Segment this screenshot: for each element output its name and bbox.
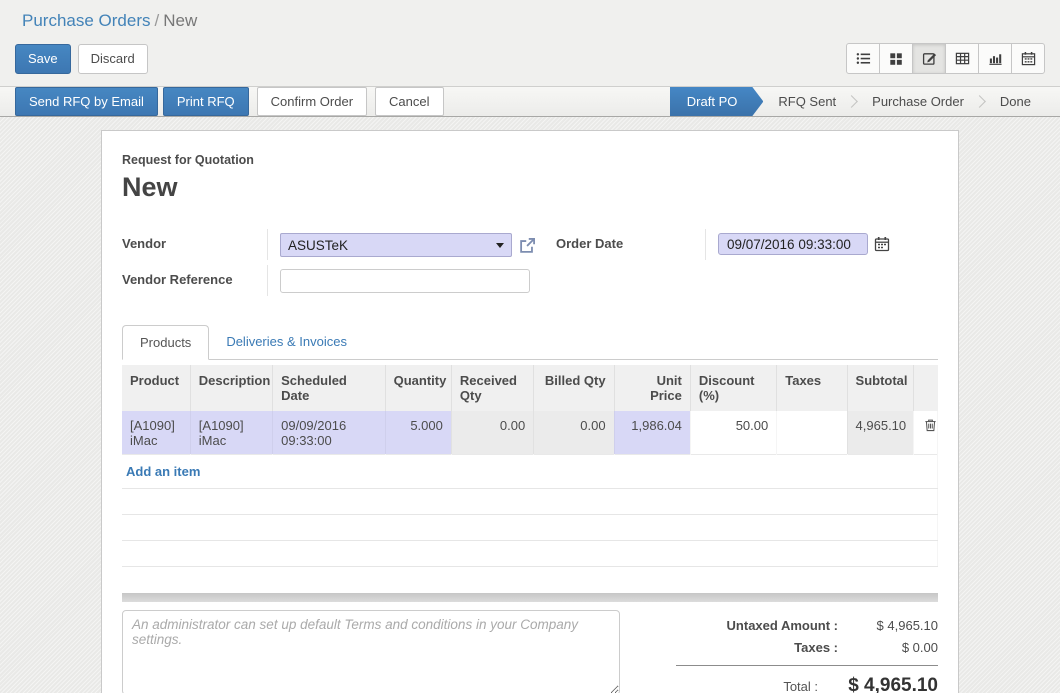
toolbar: Save Discard xyxy=(0,32,1060,86)
order-line-row: [A1090] iMac [A1090] iMac 09/09/2016 09:… xyxy=(122,411,938,454)
graph-view-icon xyxy=(988,51,1003,66)
pivot-view-icon xyxy=(955,51,970,66)
tab-deliveries-invoices[interactable]: Deliveries & Invoices xyxy=(209,325,364,359)
terms-conditions-textarea[interactable] xyxy=(122,610,620,693)
cell-taxes[interactable] xyxy=(777,411,847,454)
statusbar-states: Draft PO RFQ Sent Purchase Order Done xyxy=(670,87,1060,116)
col-header-taxes: Taxes xyxy=(777,365,847,411)
send-rfq-by-email-button[interactable]: Send RFQ by Email xyxy=(15,87,158,116)
order-date-label: Order Date xyxy=(556,229,706,260)
taxes-value: $ 0.00 xyxy=(838,640,938,655)
col-header-product: Product xyxy=(122,365,190,411)
cancel-button[interactable]: Cancel xyxy=(375,87,443,116)
kanban-view-icon xyxy=(889,52,903,66)
notebook-tabs: Products Deliveries & Invoices xyxy=(122,325,938,360)
trash-icon[interactable] xyxy=(924,418,937,432)
horizontal-scrollbar[interactable] xyxy=(122,593,938,602)
dropdown-caret-icon xyxy=(496,243,504,248)
totals-panel: Untaxed Amount : $ 4,965.10 Taxes : $ 0.… xyxy=(676,610,938,693)
breadcrumb-separator: / xyxy=(151,11,164,30)
pivot-view-button[interactable] xyxy=(945,43,979,74)
status-step-purchase-order[interactable]: Purchase Order xyxy=(857,87,979,116)
form-view-icon xyxy=(922,51,937,66)
total-value: $ 4,965.10 xyxy=(818,675,938,693)
tab-products[interactable]: Products xyxy=(122,325,209,360)
cell-unit-price[interactable]: 1,986.04 xyxy=(614,411,690,454)
vendor-reference-input[interactable] xyxy=(280,269,530,293)
sheet-subtitle: Request for Quotation xyxy=(122,153,938,167)
cell-billed-qty: 0.00 xyxy=(534,411,614,454)
vendor-label: Vendor xyxy=(122,229,268,260)
cell-actions xyxy=(913,411,937,454)
page-title: New xyxy=(122,172,938,203)
discard-button[interactable]: Discard xyxy=(78,44,148,74)
status-step-draft-po[interactable]: Draft PO xyxy=(670,87,764,116)
empty-row xyxy=(122,514,938,540)
table-header-row: Product Description Scheduled Date Quant… xyxy=(122,365,938,411)
empty-row xyxy=(122,488,938,514)
breadcrumb: Purchase Orders/New xyxy=(0,0,1060,32)
col-header-description: Description xyxy=(190,365,272,411)
external-link-icon[interactable] xyxy=(519,237,536,254)
cell-description[interactable]: [A1090] iMac xyxy=(190,411,272,454)
col-header-actions xyxy=(913,365,937,411)
cell-quantity[interactable]: 5.000 xyxy=(385,411,451,454)
vendor-select[interactable]: ASUSTeK xyxy=(280,233,512,257)
breadcrumb-current: New xyxy=(163,11,197,30)
list-view-button[interactable] xyxy=(846,43,880,74)
save-button[interactable]: Save xyxy=(15,44,71,74)
untaxed-amount-value: $ 4,965.10 xyxy=(838,618,938,633)
order-date-input[interactable] xyxy=(718,233,868,255)
order-lines-table: Product Description Scheduled Date Quant… xyxy=(122,365,938,567)
status-step-rfq-sent[interactable]: RFQ Sent xyxy=(763,87,851,116)
confirm-order-button[interactable]: Confirm Order xyxy=(257,87,367,116)
graph-view-button[interactable] xyxy=(978,43,1012,74)
content-area: Request for Quotation New Vendor ASUSTeK xyxy=(0,117,1060,693)
add-item-row: Add an item xyxy=(122,454,938,488)
cell-product[interactable]: [A1090] iMac xyxy=(122,411,190,454)
status-step-done[interactable]: Done xyxy=(985,87,1046,116)
col-header-scheduled-date: Scheduled Date xyxy=(273,365,385,411)
untaxed-amount-label: Untaxed Amount : xyxy=(727,618,838,633)
print-rfq-button[interactable]: Print RFQ xyxy=(163,87,249,116)
col-header-unit-price: Unit Price xyxy=(614,365,690,411)
form-fields: Vendor ASUSTeK Vendor Reference xyxy=(122,229,938,301)
kanban-view-button[interactable] xyxy=(879,43,913,74)
cell-subtotal: 4,965.10 xyxy=(847,411,913,454)
col-header-billed-qty: Billed Qty xyxy=(534,365,614,411)
sheet-bottom: Untaxed Amount : $ 4,965.10 Taxes : $ 0.… xyxy=(122,610,938,693)
form-view-button[interactable] xyxy=(912,43,946,74)
statusbar: Send RFQ by Email Print RFQ Confirm Orde… xyxy=(0,87,1060,117)
form-sheet: Request for Quotation New Vendor ASUSTeK xyxy=(101,130,959,693)
add-an-item-link[interactable]: Add an item xyxy=(126,464,200,479)
col-header-received-qty: Received Qty xyxy=(451,365,533,411)
top-band: Purchase Orders/New Save Discard xyxy=(0,0,1060,87)
calendar-view-icon xyxy=(1021,51,1036,66)
view-switcher xyxy=(847,43,1045,74)
vendor-select-value: ASUSTeK xyxy=(288,238,348,253)
total-label: Total : xyxy=(783,679,818,693)
col-header-subtotal: Subtotal xyxy=(847,365,913,411)
list-view-icon xyxy=(856,51,871,66)
calendar-view-button[interactable] xyxy=(1011,43,1045,74)
totals-divider xyxy=(676,665,938,666)
empty-row xyxy=(122,540,938,566)
vendor-reference-label: Vendor Reference xyxy=(122,265,268,296)
col-header-quantity: Quantity xyxy=(385,365,451,411)
taxes-label: Taxes : xyxy=(794,640,838,655)
calendar-icon[interactable] xyxy=(874,236,890,252)
cell-received-qty: 0.00 xyxy=(451,411,533,454)
cell-discount[interactable]: 50.00 xyxy=(690,411,776,454)
cell-scheduled-date[interactable]: 09/09/2016 09:33:00 xyxy=(273,411,385,454)
col-header-discount: Discount (%) xyxy=(690,365,776,411)
breadcrumb-purchase-orders-link[interactable]: Purchase Orders xyxy=(22,11,151,30)
